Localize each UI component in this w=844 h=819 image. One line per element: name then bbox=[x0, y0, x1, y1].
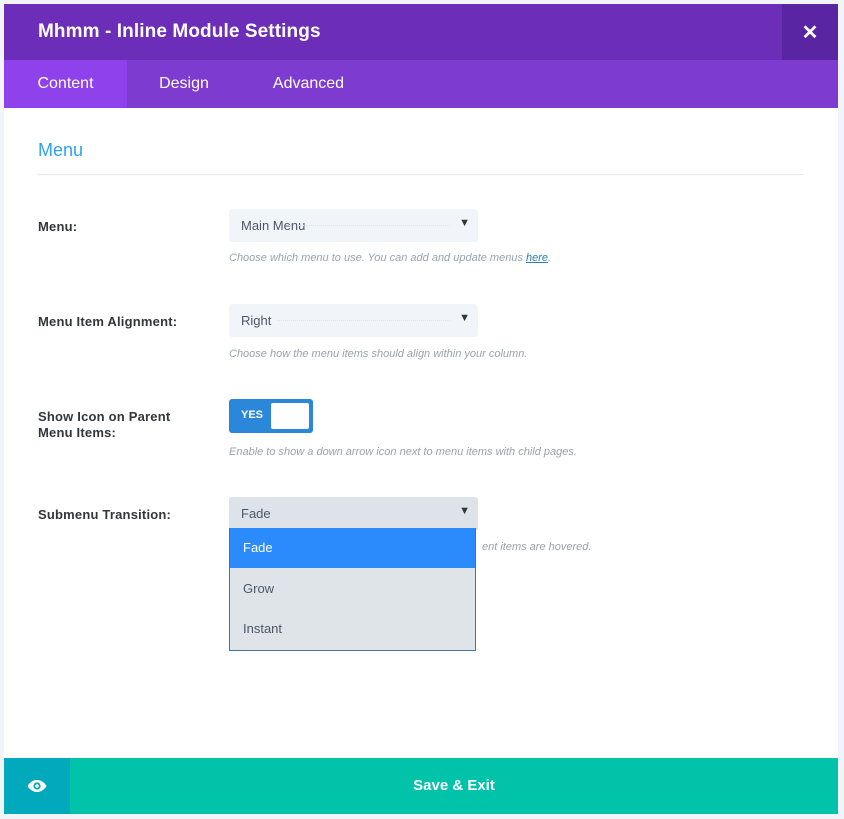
show-icon-toggle[interactable]: YES bbox=[229, 399, 313, 433]
modal-footer: Save & Exit bbox=[4, 758, 838, 814]
section-title[interactable]: Menu bbox=[38, 140, 83, 161]
menus-link[interactable]: here bbox=[526, 252, 548, 264]
preview-button[interactable] bbox=[4, 758, 70, 814]
menu-description-text: Choose which menu to use. You can add an… bbox=[229, 252, 527, 264]
chevron-down-icon: ▼ bbox=[459, 217, 470, 229]
alignment-select[interactable]: Right ▼ bbox=[229, 304, 478, 337]
option-grow[interactable]: Grow bbox=[230, 569, 475, 609]
menu-description: Choose which menu to use. You can add an… bbox=[229, 252, 551, 264]
option-instant[interactable]: Instant bbox=[230, 609, 475, 649]
toggle-knob bbox=[271, 403, 309, 429]
tab-advanced[interactable]: Advanced bbox=[241, 60, 376, 108]
tab-design[interactable]: Design bbox=[127, 60, 241, 108]
eye-icon bbox=[27, 780, 47, 792]
module-settings-modal: Mhmm - Inline Module Settings ✕ Content … bbox=[4, 4, 838, 814]
menu-label: Menu: bbox=[38, 219, 78, 234]
show-icon-label: Show Icon on Parent Menu Items: bbox=[38, 409, 171, 440]
menu-select[interactable]: Main Menu ▼ bbox=[229, 209, 478, 242]
select-dots bbox=[289, 225, 450, 226]
chevron-down-icon: ▼ bbox=[459, 505, 470, 517]
show-icon-description: Enable to show a down arrow icon next to… bbox=[229, 446, 577, 458]
alignment-label: Menu Item Alignment: bbox=[38, 314, 178, 329]
submenu-transition-label: Submenu Transition: bbox=[38, 507, 172, 522]
menu-description-end: . bbox=[548, 252, 552, 264]
save-exit-button[interactable]: Save & Exit bbox=[70, 758, 838, 814]
submenu-transition-value: Fade bbox=[241, 506, 271, 521]
close-button[interactable]: ✕ bbox=[782, 4, 838, 60]
alignment-select-value: Right bbox=[241, 313, 272, 328]
toggle-state-label: YES bbox=[241, 409, 264, 421]
submenu-transition-description: ent items are hovered. bbox=[482, 541, 592, 553]
alignment-description: Choose how the menu items should align w… bbox=[229, 348, 528, 360]
chevron-down-icon: ▼ bbox=[459, 312, 470, 324]
submenu-transition-dropdown: Fade Grow Instant bbox=[229, 528, 476, 651]
option-fade[interactable]: Fade bbox=[230, 528, 475, 568]
section-divider bbox=[38, 174, 804, 175]
select-dots bbox=[277, 320, 450, 321]
close-icon: ✕ bbox=[801, 21, 819, 44]
modal-title: Mhmm - Inline Module Settings bbox=[38, 21, 321, 42]
submenu-transition-select[interactable]: Fade ▼ bbox=[229, 497, 478, 530]
tab-content[interactable]: Content bbox=[4, 60, 127, 108]
tab-bar: Content Design Advanced bbox=[4, 60, 838, 108]
modal-header: Mhmm - Inline Module Settings ✕ bbox=[4, 4, 838, 60]
